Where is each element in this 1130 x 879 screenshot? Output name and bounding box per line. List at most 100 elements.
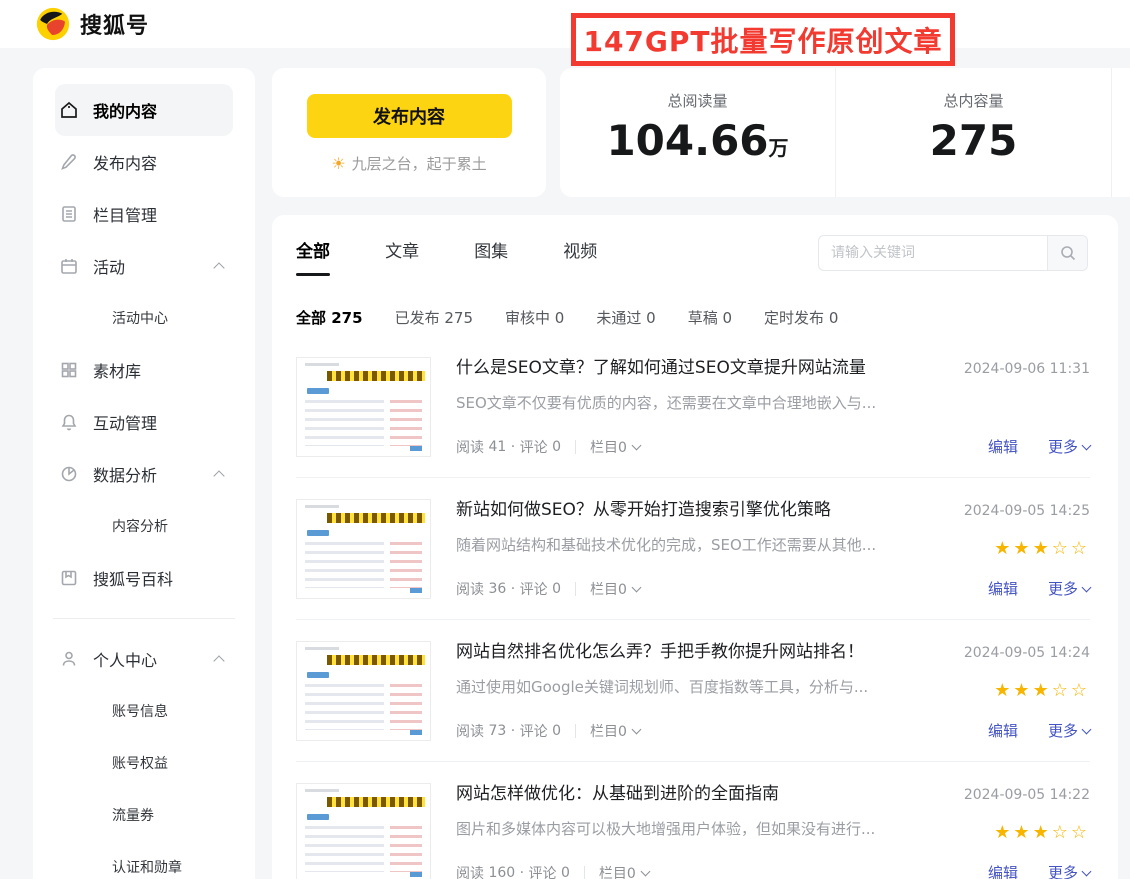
reads-label: 阅读: [456, 721, 484, 741]
sidebar-item-activity[interactable]: 活动: [33, 240, 255, 292]
document-icon: [59, 204, 79, 224]
article-title[interactable]: 网站自然排名优化怎么弄？手把手教你提升网站排名！: [456, 641, 900, 663]
article-date: 2024-09-06 11:31: [964, 361, 1090, 377]
tab-all[interactable]: 全部: [296, 237, 330, 276]
column-dropdown[interactable]: 栏目0: [599, 863, 649, 879]
article-meta: 2024-09-05 14:25 ★★★☆☆ 编辑 更多: [900, 499, 1090, 599]
tab-galleries[interactable]: 图集: [474, 237, 508, 276]
footer-divider: [575, 582, 576, 596]
more-button[interactable]: 更多: [1048, 436, 1090, 457]
article-actions: 编辑 更多: [988, 436, 1090, 457]
chevron-down-icon: [631, 583, 641, 593]
thumb-decoration: [305, 789, 339, 792]
filter-rejected[interactable]: 未通过 0: [596, 307, 655, 328]
column-dropdown[interactable]: 栏目0: [590, 721, 640, 741]
content-list-card: 全部 文章 图集 视频 全部 275 已发布 275 审核中 0 未通过 0 草…: [272, 215, 1118, 879]
publish-content-button[interactable]: 发布内容: [307, 94, 512, 138]
thumb-decoration: [410, 730, 422, 735]
article-title[interactable]: 什么是SEO文章？了解如何通过SEO文章提升网站流量: [456, 357, 900, 379]
article-body: 什么是SEO文章？了解如何通过SEO文章提升网站流量 SEO文章不仅要有优质的内…: [456, 357, 900, 457]
search-button[interactable]: [1047, 236, 1087, 270]
sidebar-subitem-label: 账号权益: [112, 753, 168, 773]
sidebar-subitem-traffic-coupon[interactable]: 流量券: [33, 789, 255, 841]
article-thumbnail[interactable]: [296, 357, 431, 457]
sidebar-item-my-content[interactable]: 我的内容: [55, 84, 233, 136]
tab-articles[interactable]: 文章: [385, 237, 419, 276]
article-row: 网站怎样做优化：从基础到进阶的全面指南 图片和多媒体内容可以极大地增强用户体验，…: [296, 761, 1090, 879]
filter-published[interactable]: 已发布 275: [395, 307, 473, 328]
filter-drafts[interactable]: 草稿 0: [688, 307, 732, 328]
sidebar-item-publish[interactable]: 发布内容: [33, 136, 255, 188]
thumb-decoration: [327, 513, 425, 523]
stat-number: 104.66: [606, 116, 768, 165]
filter-count: 275: [331, 309, 362, 327]
edit-button[interactable]: 编辑: [988, 862, 1018, 879]
column-dropdown[interactable]: 栏目0: [590, 579, 640, 599]
chevron-down-icon: [1082, 440, 1092, 450]
article-title[interactable]: 新站如何做SEO？从零开始打造搜索引擎优化策略: [456, 499, 900, 521]
sidebar-item-label: 我的内容: [93, 98, 157, 122]
filter-scheduled[interactable]: 定时发布 0: [764, 307, 838, 328]
sidebar-item-data-analysis[interactable]: 数据分析: [33, 448, 255, 500]
sidebar-item-baike[interactable]: 搜狐号百科: [33, 552, 255, 604]
user-icon: [59, 649, 79, 669]
sidebar-item-label: 发布内容: [93, 150, 157, 174]
more-label: 更多: [1048, 862, 1078, 879]
edit-button[interactable]: 编辑: [988, 578, 1018, 599]
sohu-fox-icon: [36, 7, 70, 41]
thumb-decoration: [305, 826, 384, 872]
reads-label: 阅读: [456, 437, 484, 457]
sidebar-item-column-manage[interactable]: 栏目管理: [33, 188, 255, 240]
sun-icon: ☀: [331, 154, 345, 173]
column-label: 栏目0: [590, 721, 627, 741]
sidebar-item-interaction-manage[interactable]: 互动管理: [33, 396, 255, 448]
stat-total-reads: 总阅读量 104.66万: [560, 68, 836, 197]
filter-all[interactable]: 全部 275: [296, 307, 363, 328]
chevron-down-icon: [1082, 582, 1092, 592]
article-meta: 2024-09-05 14:22 ★★★☆☆ 编辑 更多: [900, 783, 1090, 879]
sohu-logo[interactable]: 搜狐号: [36, 7, 149, 41]
article-description: 通过使用如Google关键词规划师、百度指数等工具，分析与...: [456, 676, 900, 697]
tab-videos[interactable]: 视频: [563, 237, 597, 276]
more-label: 更多: [1048, 436, 1078, 457]
sidebar-subitem-content-analysis[interactable]: 内容分析: [33, 500, 255, 552]
search-input[interactable]: [819, 236, 1047, 270]
thumb-decoration: [307, 672, 329, 678]
filter-label: 已发布: [395, 309, 440, 327]
more-button[interactable]: 更多: [1048, 578, 1090, 599]
sidebar-item-material-library[interactable]: 素材库: [33, 344, 255, 396]
chevron-up-icon: [213, 655, 224, 666]
publish-card: 发布内容 ☀ 九层之台，起于累土: [272, 68, 546, 197]
filter-count: 0: [829, 309, 839, 327]
article-row: 什么是SEO文章？了解如何通过SEO文章提升网站流量 SEO文章不仅要有优质的内…: [296, 336, 1090, 477]
article-thumbnail[interactable]: [296, 499, 431, 599]
article-thumbnail[interactable]: [296, 641, 431, 741]
dot-separator: ·: [520, 865, 524, 879]
footer-divider: [584, 866, 585, 879]
article-date: 2024-09-05 14:25: [964, 503, 1090, 519]
search-box: [818, 235, 1088, 271]
brand-name: 搜狐号: [80, 8, 149, 40]
column-dropdown[interactable]: 栏目0: [590, 437, 640, 457]
thumb-decoration: [305, 684, 384, 730]
edit-button[interactable]: 编辑: [988, 720, 1018, 741]
chevron-down-icon: [1082, 866, 1092, 876]
more-button[interactable]: 更多: [1048, 720, 1090, 741]
filter-reviewing[interactable]: 审核中 0: [505, 307, 564, 328]
filter-count: 0: [646, 309, 656, 327]
article-thumbnail[interactable]: [296, 783, 431, 879]
article-title[interactable]: 网站怎样做优化：从基础到进阶的全面指南: [456, 783, 900, 805]
sidebar-subitem-account-info[interactable]: 账号信息: [33, 685, 255, 737]
thumb-decoration: [390, 542, 422, 588]
edit-button[interactable]: 编辑: [988, 436, 1018, 457]
article-rating: ★★★☆☆: [994, 680, 1090, 702]
more-button[interactable]: 更多: [1048, 862, 1090, 879]
sidebar-subitem-certification[interactable]: 认证和勋章: [33, 841, 255, 879]
sidebar-subitem-account-rights[interactable]: 账号权益: [33, 737, 255, 789]
sidebar-item-personal-center[interactable]: 个人中心: [33, 633, 255, 685]
filter-label: 全部: [296, 309, 326, 327]
filter-label: 草稿: [688, 309, 718, 327]
calendar-icon: [59, 256, 79, 276]
sidebar-subitem-activity-center[interactable]: 活动中心: [33, 292, 255, 344]
thumb-decoration: [305, 400, 384, 446]
